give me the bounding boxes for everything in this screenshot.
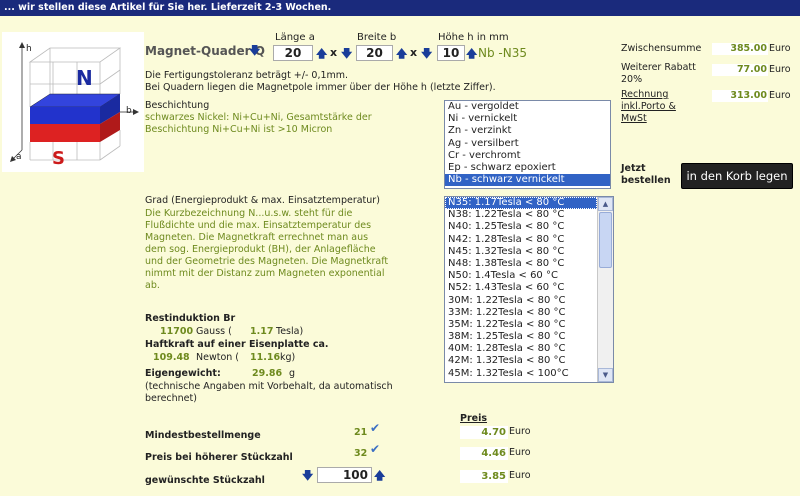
grade-option[interactable]: N42: 1.28Tesla < 80 °C <box>445 234 597 246</box>
grade-option[interactable]: 45M: 1.32Tesla < 100°C <box>445 368 597 380</box>
grade-suffix: Nb -N35 <box>478 46 527 60</box>
height-input[interactable]: 10 <box>437 45 465 61</box>
coating-option[interactable]: Zn - verzinkt <box>445 125 610 137</box>
kg-unit: kg) <box>280 352 296 363</box>
invoice-value: 313.00 <box>712 90 768 102</box>
grade-option[interactable]: N38: 1.22Tesla < 80 °C <box>445 209 597 221</box>
desired-qty-input[interactable]: 100 <box>317 467 372 483</box>
pole-note: Bei Quadern liegen die Magnetpole immer … <box>145 82 496 93</box>
min-order-price: 4.70 <box>460 426 508 439</box>
width-input[interactable]: 20 <box>356 45 393 61</box>
min-order-qty: 21 <box>354 427 368 438</box>
grade-option[interactable]: N50: 1.4Tesla < 60 °C <box>445 270 597 282</box>
scroll-up-icon[interactable]: ▲ <box>598 197 613 211</box>
grade-option[interactable]: 30M: 1.22Tesla < 80 °C <box>445 295 597 307</box>
north-label: N <box>76 66 93 90</box>
desired-currency: Euro <box>509 470 531 481</box>
bulk-qty: 32 <box>354 448 368 459</box>
force-newton: 109.48 <box>153 352 190 363</box>
subtotal-currency: Euro <box>769 43 791 54</box>
qty-down-icon[interactable]: 🡇 <box>302 467 313 486</box>
grade-label: Grad (Energieprodukt & max. Einsatztempe… <box>145 195 380 206</box>
disclaimer: (technische Angaben mit Vorbehalt, da au… <box>145 381 393 404</box>
min-order-label: Mindestbestellmenge <box>145 430 261 441</box>
grade-option[interactable]: N52: 1.43Tesla < 60 °C <box>445 282 597 294</box>
scroll-thumb[interactable] <box>599 212 612 268</box>
length-label: Länge a <box>275 32 315 43</box>
grade-option[interactable]: N40: 1.25Tesla < 80 °C <box>445 221 597 233</box>
coating-listbox[interactable]: Au - vergoldet Ni - vernickelt Zn - verz… <box>444 100 611 189</box>
qty-up-icon[interactable]: 🡅 <box>374 467 385 486</box>
bulk-check-icon: ✔ <box>370 442 381 456</box>
min-order-currency: Euro <box>509 426 531 437</box>
force-kg: 11.16 <box>250 352 281 363</box>
width-up-icon[interactable]: 🡅 <box>396 45 407 64</box>
weight-label: Eigengewicht: <box>145 368 221 379</box>
subtotal-value: 385.00 <box>712 43 768 55</box>
magnet-image: N S h b a <box>2 32 144 172</box>
discount-label: Weiterer Rabatt 20% <box>621 62 696 85</box>
invoice-currency: Euro <box>769 90 791 101</box>
coating-option[interactable]: Ag - versilbert <box>445 138 610 150</box>
desired-price: 3.85 <box>460 470 508 483</box>
newton-unit: Newton ( <box>196 352 240 363</box>
width-label: Breite b <box>357 32 397 43</box>
times-1: x <box>330 46 338 59</box>
min-order-check-icon: ✔ <box>370 421 381 435</box>
coating-option[interactable]: Cr - verchromt <box>445 150 610 162</box>
remanence-gauss: 11700 <box>160 326 194 337</box>
height-label: Höhe h in mm <box>438 32 509 43</box>
bulk-currency: Euro <box>509 447 531 458</box>
grade-option[interactable]: N48: 1.38Tesla < 80 °C <box>445 258 597 270</box>
subtotal-label: Zwischensumme <box>621 43 702 54</box>
times-2: x <box>410 46 418 59</box>
axis-b-label: b <box>126 106 132 116</box>
title-arrow-down-icon[interactable]: 🡇 <box>249 42 260 61</box>
width-down-icon[interactable]: 🡇 <box>341 45 352 64</box>
axis-h-label: h <box>26 44 32 54</box>
grade-option[interactable]: 35M: 1.22Tesla < 80 °C <box>445 319 597 331</box>
scroll-down-icon[interactable]: ▼ <box>598 368 613 382</box>
price-header: Preis <box>460 413 488 424</box>
grade-option[interactable]: 40M: 1.28Tesla < 80 °C <box>445 343 597 355</box>
weight-value: 29.86 <box>252 368 283 379</box>
bulk-price: 4.46 <box>460 447 508 460</box>
grade-scrollbar[interactable]: ▲ ▼ <box>597 197 613 382</box>
bulk-label: Preis bei höherer Stückzahl <box>145 452 293 463</box>
height-up-icon[interactable]: 🡅 <box>466 45 477 64</box>
grade-option[interactable]: 33M: 1.22Tesla < 80 °C <box>445 307 597 319</box>
add-to-cart-button[interactable]: in den Korb legen <box>681 163 793 189</box>
discount-value: 77.00 <box>712 64 768 76</box>
discount-currency: Euro <box>769 64 791 75</box>
length-input[interactable]: 20 <box>273 45 313 61</box>
weight-unit: g <box>289 368 296 379</box>
coating-option[interactable]: Ni - vernickelt <box>445 113 610 125</box>
tesla-unit: Tesla) <box>276 326 304 337</box>
invoice-label[interactable]: Rechnung inkl.Porto & MwSt <box>621 89 693 125</box>
desired-label: gewünschte Stückzahl <box>145 475 265 486</box>
gauss-unit: Gauss ( <box>196 326 232 337</box>
grade-option[interactable]: N45: 1.32Tesla < 80 °C <box>445 246 597 258</box>
coating-option-selected[interactable]: Nb - schwarz vernickelt <box>445 174 610 187</box>
order-label: Jetzt bestellen <box>621 163 671 186</box>
grade-option[interactable]: 42M: 1.32Tesla < 80 °C <box>445 355 597 367</box>
grade-listbox[interactable]: N35: 1.17Tesla < 80 °C N38: 1.22Tesla < … <box>444 196 614 383</box>
remanence-label: Restinduktion Br <box>145 313 236 324</box>
coating-description: schwarzes Nickel: Ni+Cu+Ni, Gesamtstärke… <box>145 112 372 135</box>
south-label: S <box>52 148 65 169</box>
tolerance-text: Die Fertigungstoleranz beträgt +/- 0,1mm… <box>145 70 349 81</box>
grade-option[interactable]: 38M: 1.25Tesla < 80 °C <box>445 331 597 343</box>
grade-option-selected[interactable]: N35: 1.17Tesla < 80 °C <box>445 197 597 210</box>
coating-label: Beschichtung <box>145 100 210 111</box>
product-title: Magnet-Quader Q <box>145 44 265 58</box>
header-notice: ... wir stellen diese Artikel für Sie he… <box>0 0 800 16</box>
remanence-tesla: 1.17 <box>250 326 274 337</box>
coating-option[interactable]: Au - vergoldet <box>445 101 610 113</box>
length-up-icon[interactable]: 🡅 <box>316 45 327 64</box>
axis-a-label: a <box>16 152 22 162</box>
coating-option[interactable]: Ep - schwarz epoxiert <box>445 162 610 174</box>
height-down-icon[interactable]: 🡇 <box>421 45 432 64</box>
force-label: Haftkraft auf einer Eisenplatte ca. <box>145 339 329 350</box>
grade-description: Die Kurzbezeichnung N...u.s.w. steht für… <box>145 208 389 291</box>
